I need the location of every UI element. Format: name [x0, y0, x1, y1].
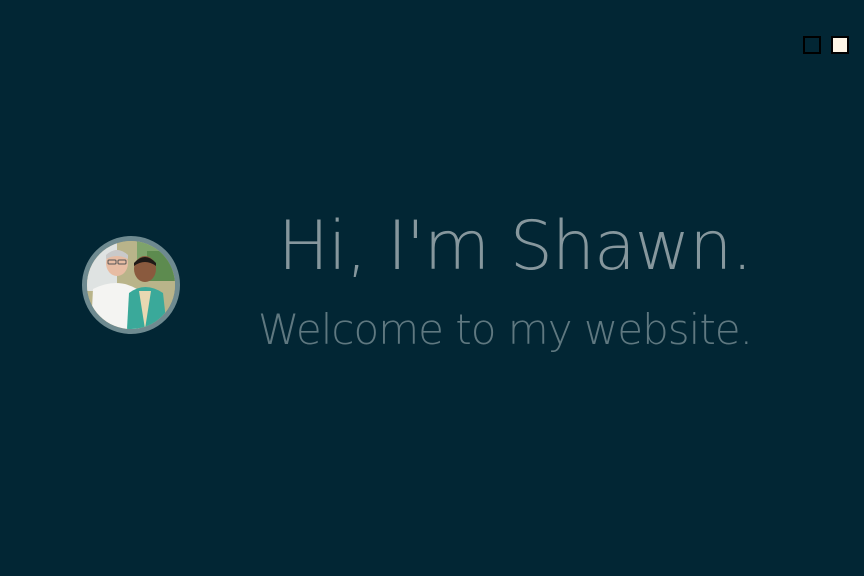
hero-subheadline: Welcome to my website. — [257, 305, 753, 354]
light-theme-button[interactable] — [831, 36, 849, 54]
profile-photo-image — [87, 241, 175, 329]
hero-headline: Hi, I'm Shawn. — [277, 207, 753, 286]
page: Hi, I'm Shawn. Welcome to my website. — [0, 0, 864, 576]
dark-theme-button[interactable] — [803, 36, 821, 54]
avatar — [82, 236, 180, 334]
theme-switcher — [803, 36, 849, 54]
